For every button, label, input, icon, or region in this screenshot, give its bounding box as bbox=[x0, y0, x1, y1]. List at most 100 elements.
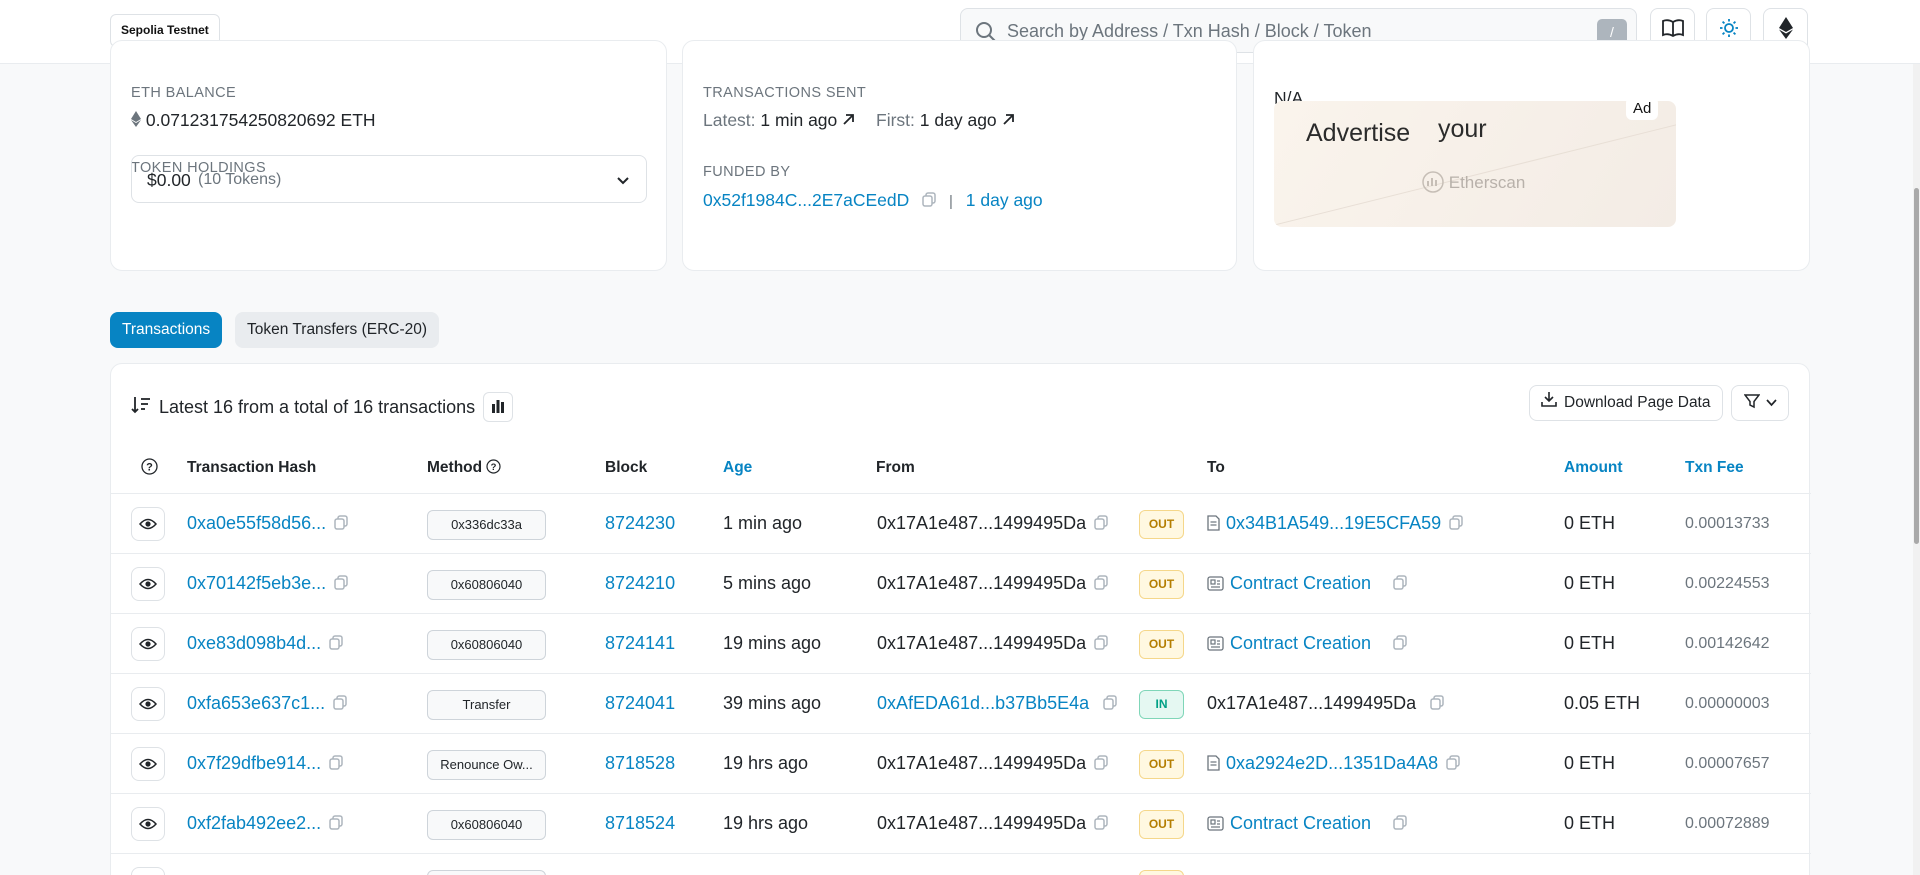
col-txn-fee[interactable]: Txn Fee bbox=[1685, 459, 1744, 477]
col-method-label: Method bbox=[427, 459, 483, 476]
copy-icon[interactable] bbox=[334, 574, 348, 595]
col-to: To bbox=[1207, 459, 1225, 476]
summary-text: Latest 16 from a total of 16 transaction… bbox=[159, 396, 476, 417]
col-method: Method ? bbox=[427, 459, 502, 477]
copy-icon[interactable] bbox=[1393, 634, 1407, 655]
copy-icon[interactable] bbox=[1094, 514, 1108, 535]
hash-cell: 0xe83d098b4d... bbox=[187, 633, 343, 655]
copy-icon[interactable] bbox=[922, 191, 936, 212]
transactions-summary: Latest 16 from a total of 16 transaction… bbox=[131, 392, 514, 422]
eye-icon bbox=[138, 694, 158, 715]
view-details-button[interactable] bbox=[131, 507, 165, 541]
help-icon[interactable]: ? bbox=[141, 458, 158, 480]
to-cell: 0x17A1e487...1499495Da bbox=[1207, 693, 1444, 715]
copy-icon[interactable] bbox=[334, 514, 348, 535]
contract-icon bbox=[1207, 515, 1220, 536]
txn-fee-cell: 0.00000003 bbox=[1685, 695, 1770, 712]
arrow-up-right-icon[interactable] bbox=[842, 110, 855, 130]
ad-tag: Ad bbox=[1626, 101, 1659, 120]
etherscan-logo-icon bbox=[1422, 171, 1444, 193]
tab-token-transfers[interactable]: Token Transfers (ERC-20) bbox=[235, 312, 440, 348]
funded-by-address-link[interactable]: 0x52f1984C...2E7aCEedD bbox=[703, 190, 909, 210]
copy-icon[interactable] bbox=[1094, 574, 1108, 595]
block-link[interactable]: 8724230 bbox=[605, 513, 675, 533]
scrollbar-thumb[interactable] bbox=[1914, 188, 1919, 544]
analytics-button[interactable] bbox=[483, 392, 514, 422]
table-row: 0xd26816b850...0x60806040871851319 hrs a… bbox=[111, 854, 1811, 875]
from-cell: 0x17A1e487...1499495Da bbox=[877, 573, 1108, 595]
info-icon[interactable]: ? bbox=[486, 459, 502, 476]
block-link[interactable]: 8724041 bbox=[605, 693, 675, 713]
copy-icon[interactable] bbox=[1430, 694, 1444, 715]
contract-creation-icon bbox=[1207, 575, 1224, 596]
txn-hash-link[interactable]: 0xfa653e637c1... bbox=[187, 693, 325, 713]
copy-icon[interactable] bbox=[329, 754, 343, 775]
to-address-link[interactable]: 0x34B1A549...19E5CFA59 bbox=[1226, 513, 1441, 533]
method-badge: Renounce Ow... bbox=[427, 750, 546, 780]
copy-icon[interactable] bbox=[1103, 694, 1117, 715]
copy-icon[interactable] bbox=[1393, 574, 1407, 595]
funded-by-row: 0x52f1984C...2E7aCEedD | 1 day ago bbox=[703, 190, 1043, 212]
latest-txn-link[interactable]: 1 min ago bbox=[760, 110, 837, 130]
token-holdings-dropdown[interactable]: $0.00 (10 Tokens) bbox=[131, 155, 647, 203]
copy-icon[interactable] bbox=[329, 814, 343, 835]
copy-icon[interactable] bbox=[1094, 634, 1108, 655]
svg-text:?: ? bbox=[491, 462, 497, 473]
ad-brand-text: Etherscan bbox=[1448, 173, 1526, 192]
txn-hash-link[interactable]: 0xf2fab492ee2... bbox=[187, 813, 321, 833]
view-details-button[interactable] bbox=[131, 627, 165, 661]
eye-icon bbox=[138, 814, 158, 835]
advertisement-banner[interactable]: Advertise your Etherscan Ad bbox=[1274, 101, 1676, 227]
txn-hash-link[interactable]: 0x7f29dfbe914... bbox=[187, 753, 321, 773]
sort-descending-icon[interactable] bbox=[131, 396, 151, 419]
txn-hash-link[interactable]: 0xa0e55f58d56... bbox=[187, 513, 326, 533]
arrow-up-right-icon[interactable] bbox=[1002, 110, 1015, 130]
from-cell: 0x17A1e487...1499495Da bbox=[877, 753, 1108, 775]
block-link[interactable]: 8724210 bbox=[605, 573, 675, 593]
download-page-data-button[interactable]: Download Page Data bbox=[1529, 385, 1723, 421]
from-address[interactable]: 0xAfEDA61d...b37Bb5E4a bbox=[877, 693, 1089, 713]
table-row: 0xfa653e637c1... Transfer 8724041 39 mins a… bbox=[111, 674, 1811, 734]
block-link[interactable]: 8724141 bbox=[605, 633, 675, 653]
contract-creation-link[interactable]: Contract Creation bbox=[1230, 633, 1371, 653]
col-amount[interactable]: Amount bbox=[1564, 459, 1623, 477]
table-row: 0xe83d098b4d... 0x60806040 8724141 19 mins … bbox=[111, 614, 1811, 674]
transactions-sent-label: TRANSACTIONS SENT bbox=[703, 85, 867, 101]
direction-badge: OUT bbox=[1139, 750, 1184, 779]
view-details-button[interactable] bbox=[131, 867, 165, 875]
copy-icon[interactable] bbox=[329, 634, 343, 655]
copy-icon[interactable] bbox=[1449, 514, 1463, 535]
contract-creation-link[interactable]: Contract Creation bbox=[1230, 573, 1371, 593]
from-address: 0x17A1e487...1499495Da bbox=[877, 513, 1087, 533]
funded-by-age-link[interactable]: 1 day ago bbox=[966, 190, 1043, 210]
block-link[interactable]: 8718524 bbox=[605, 813, 675, 833]
page-scrollbar[interactable] bbox=[1913, 64, 1920, 875]
copy-icon[interactable] bbox=[1446, 754, 1460, 775]
copy-icon[interactable] bbox=[1094, 814, 1108, 835]
view-details-button[interactable] bbox=[131, 687, 165, 721]
age-cell: 5 mins ago bbox=[723, 573, 812, 593]
col-age[interactable]: Age bbox=[723, 459, 752, 477]
txn-hash-link[interactable]: 0xe83d098b4d... bbox=[187, 633, 321, 653]
method-badge: 0x60806040 bbox=[427, 870, 546, 875]
filter-button[interactable] bbox=[1731, 385, 1789, 421]
view-details-button[interactable] bbox=[131, 807, 165, 841]
amount-cell: 0 ETH bbox=[1564, 513, 1616, 533]
eye-icon bbox=[138, 514, 158, 535]
eye-icon bbox=[138, 634, 158, 655]
download-label: Download Page Data bbox=[1564, 394, 1711, 411]
to-address-link[interactable]: 0xa2924e2D...1351Da4A8 bbox=[1226, 753, 1438, 773]
tab-transactions[interactable]: Transactions bbox=[110, 312, 223, 348]
copy-icon[interactable] bbox=[1393, 814, 1407, 835]
block-link[interactable]: 8718528 bbox=[605, 753, 675, 773]
funded-by-label: FUNDED BY bbox=[703, 164, 791, 180]
to-cell: 0x34B1A549...19E5CFA59 bbox=[1207, 513, 1463, 536]
from-cell: 0x17A1e487...1499495Da bbox=[877, 633, 1108, 655]
copy-icon[interactable] bbox=[333, 694, 347, 715]
txn-hash-link[interactable]: 0x70142f5eb3e... bbox=[187, 573, 326, 593]
view-details-button[interactable] bbox=[131, 567, 165, 601]
first-txn-link[interactable]: 1 day ago bbox=[920, 110, 997, 130]
copy-icon[interactable] bbox=[1094, 754, 1108, 775]
view-details-button[interactable] bbox=[131, 747, 165, 781]
contract-creation-link[interactable]: Contract Creation bbox=[1230, 813, 1371, 833]
